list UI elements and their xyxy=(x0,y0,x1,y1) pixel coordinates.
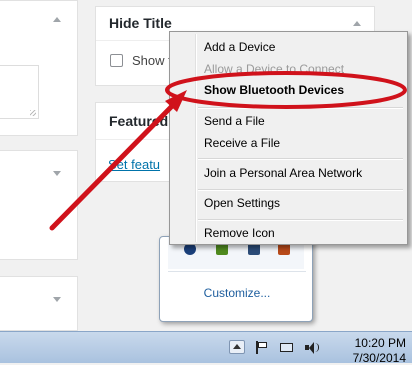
expand-arrow-icon[interactable] xyxy=(53,171,61,176)
menu-item-send-file[interactable]: Send a File xyxy=(204,114,265,128)
menu-item-show-bluetooth-devices[interactable]: Show Bluetooth Devices xyxy=(204,83,344,97)
menu-separator xyxy=(198,219,403,221)
show-hidden-icons-chevron-icon[interactable] xyxy=(229,340,245,354)
menu-separator xyxy=(198,158,403,160)
menu-item-open-settings[interactable]: Open Settings xyxy=(204,196,280,210)
resize-grip-icon[interactable] xyxy=(30,110,36,116)
taskbar: 10:20 PM 7/30/2014 xyxy=(0,331,412,365)
menu-separator xyxy=(198,107,403,109)
expand-arrow-icon-2[interactable] xyxy=(53,297,61,302)
hide-title-collapse-icon[interactable] xyxy=(353,21,361,26)
bluetooth-context-menu: Add a Device Allow a Device to Connect S… xyxy=(169,31,408,245)
clock-time[interactable]: 10:20 PM xyxy=(355,336,406,350)
set-featured-image-link[interactable]: Set featu xyxy=(108,157,160,172)
menu-separator xyxy=(198,189,403,191)
featured-image-heading: Featured xyxy=(109,113,169,129)
menu-item-allow-device-to-connect: Allow a Device to Connect xyxy=(204,62,345,76)
action-center-flag-icon[interactable] xyxy=(254,341,268,354)
left-panel-top xyxy=(0,0,78,136)
menu-item-join-pan[interactable]: Join a Personal Area Network xyxy=(204,166,362,180)
notification-tray-popup: Customize... xyxy=(159,236,313,322)
collapse-arrow-icon[interactable] xyxy=(53,17,61,22)
customize-link[interactable]: Customize... xyxy=(160,286,314,300)
left-panel-middle xyxy=(0,150,78,260)
text-area[interactable] xyxy=(0,65,39,119)
network-icon[interactable] xyxy=(280,341,294,354)
menu-item-add-device[interactable]: Add a Device xyxy=(204,40,275,54)
menu-item-remove-icon[interactable]: Remove Icon xyxy=(204,226,275,240)
left-panel-bottom xyxy=(0,276,78,331)
hide-title-checkbox-label: Show t xyxy=(132,53,172,68)
tray-divider xyxy=(168,271,306,272)
volume-icon[interactable] xyxy=(304,341,319,354)
menu-item-receive-file[interactable]: Receive a File xyxy=(204,136,280,150)
hide-title-heading: Hide Title xyxy=(109,15,172,31)
hide-title-checkbox[interactable] xyxy=(110,54,123,67)
